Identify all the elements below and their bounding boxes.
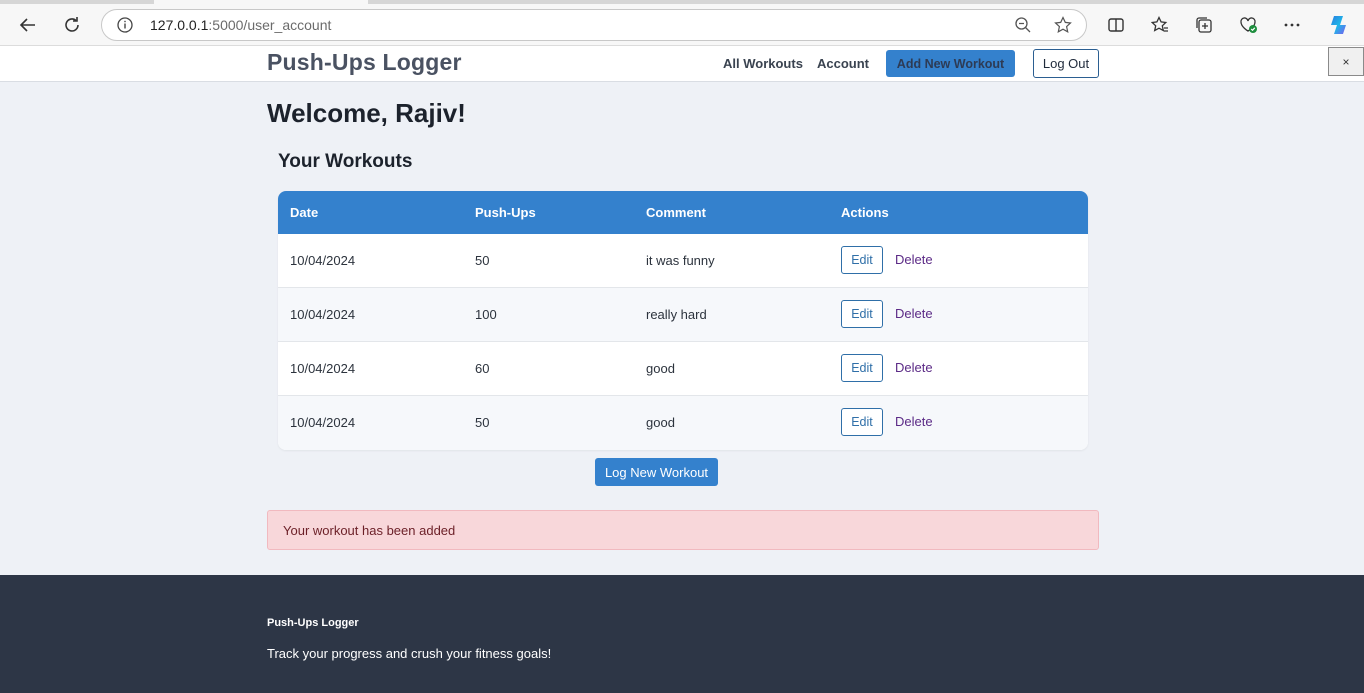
edit-button[interactable]: Edit: [841, 408, 883, 436]
nav-all-workouts[interactable]: All Workouts: [723, 56, 803, 71]
url-host: 127.0.0.1: [150, 17, 209, 33]
refresh-icon[interactable]: [57, 10, 87, 40]
cell-comment: really hard: [646, 307, 707, 322]
delete-link[interactable]: Delete: [895, 414, 933, 429]
brand-logo[interactable]: Push-Ups Logger: [267, 49, 462, 76]
flash-alert: Your workout has been added: [267, 510, 1099, 550]
more-icon[interactable]: [1277, 10, 1307, 40]
cell-comment: it was funny: [646, 253, 715, 268]
welcome-heading: Welcome, Rajiv!: [267, 98, 466, 128]
cell-comment: good: [646, 361, 675, 376]
browser-essentials-icon[interactable]: [1233, 10, 1263, 40]
table-row: 10/04/2024 50 it was funny Edit Delete: [278, 234, 1088, 288]
column-header-pushups: Push-Ups: [475, 205, 536, 220]
cell-pushups: 50: [475, 415, 490, 430]
cell-date: 10/04/2024: [290, 307, 356, 322]
table-row: 10/04/2024 50 good Edit Delete: [278, 396, 1088, 450]
alert-message: Your workout has been added: [283, 523, 456, 538]
collections-icon[interactable]: [1189, 10, 1219, 40]
cell-date: 10/04/2024: [290, 253, 356, 268]
favorites-icon[interactable]: [1145, 10, 1175, 40]
site-footer: Push-Ups Logger Track your progress and …: [0, 575, 1364, 693]
cell-comment: good: [646, 415, 675, 430]
delete-link[interactable]: Delete: [895, 252, 933, 267]
url-text[interactable]: 127.0.0.1:5000/user_account: [150, 17, 331, 33]
add-new-workout-button[interactable]: Add New Workout: [886, 50, 1015, 77]
split-screen-icon[interactable]: [1101, 10, 1131, 40]
star-icon[interactable]: [1054, 16, 1072, 38]
cell-pushups: 50: [475, 253, 490, 268]
info-icon[interactable]: [116, 16, 134, 38]
workouts-section-title: Your Workouts: [278, 151, 413, 172]
table-row: 10/04/2024 60 good Edit Delete: [278, 342, 1088, 396]
copilot-icon[interactable]: [1324, 10, 1354, 40]
workouts-table: Date Push-Ups Comment Actions 10/04/2024…: [278, 191, 1088, 450]
site-header: Push-Ups Logger All Workouts Account Add…: [0, 46, 1364, 82]
cell-pushups: 60: [475, 361, 490, 376]
edit-button[interactable]: Edit: [841, 300, 883, 328]
edit-button[interactable]: Edit: [841, 354, 883, 382]
delete-link[interactable]: Delete: [895, 306, 933, 321]
address-bar[interactable]: 127.0.0.1:5000/user_account: [101, 9, 1087, 41]
cell-pushups: 100: [475, 307, 497, 322]
url-path: :5000/user_account: [208, 17, 332, 33]
table-row: 10/04/2024 100 really hard Edit Delete: [278, 288, 1088, 342]
nav-account[interactable]: Account: [817, 56, 869, 71]
column-header-comment: Comment: [646, 205, 706, 220]
footer-title: Push-Ups Logger: [267, 617, 359, 629]
cell-date: 10/04/2024: [290, 415, 356, 430]
back-arrow-icon[interactable]: [13, 10, 43, 40]
column-header-date: Date: [290, 205, 319, 220]
close-button[interactable]: ×: [1328, 47, 1364, 76]
cell-date: 10/04/2024: [290, 361, 356, 376]
table-header: Date Push-Ups Comment Actions: [278, 191, 1088, 234]
zoom-out-icon[interactable]: [1014, 16, 1032, 38]
browser-toolbar: 127.0.0.1:5000/user_account: [0, 4, 1364, 46]
log-out-button[interactable]: Log Out: [1033, 49, 1099, 78]
column-header-actions: Actions: [841, 205, 889, 220]
log-new-workout-button[interactable]: Log New Workout: [595, 458, 718, 486]
footer-tagline: Track your progress and crush your fitne…: [267, 646, 552, 661]
edit-button[interactable]: Edit: [841, 246, 883, 274]
delete-link[interactable]: Delete: [895, 360, 933, 375]
